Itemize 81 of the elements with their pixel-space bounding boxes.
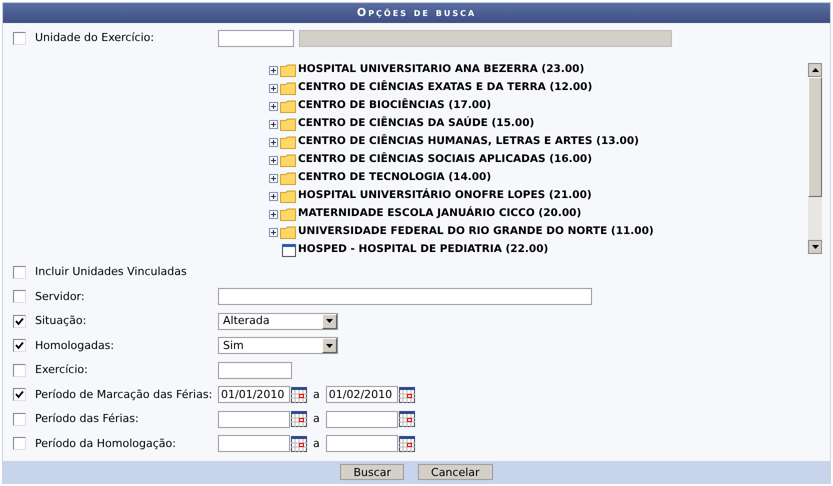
range-separator: a	[313, 411, 320, 427]
tree-item[interactable]: HOSPED - HOSPITAL DE PEDIATRIA (22.00)	[298, 242, 548, 258]
action-button[interactable]: Cancelar	[418, 464, 493, 480]
checkbox[interactable]	[13, 314, 26, 328]
dropdown-value: Alterada	[223, 313, 270, 329]
folder-icon	[280, 64, 296, 76]
tree-item[interactable]: CENTRO DE CIÊNCIAS DA SAÚDE (15.00)	[298, 116, 534, 132]
tree-item[interactable]: HOSPITAL UNIVERSITARIO ANA BEZERRA (23.00)	[298, 62, 584, 78]
folder-icon	[280, 208, 296, 220]
tree-item[interactable]: MATERNIDADE ESCOLA JANUÁRIO CICCO (20.00)	[298, 206, 582, 222]
input-field[interactable]	[326, 435, 398, 452]
calendar-icon[interactable]	[291, 436, 307, 452]
folder-icon	[280, 82, 296, 94]
folder-icon	[280, 100, 296, 112]
expand-icon[interactable]	[269, 120, 278, 128]
field-label: Período da Homologação:	[35, 436, 177, 452]
field-label: Unidade do Exercício:	[35, 30, 156, 46]
tree-item[interactable]: CENTRO DE BIOCIÊNCIAS (17.00)	[298, 98, 492, 114]
checkbox[interactable]	[13, 339, 26, 352]
folder-icon	[280, 154, 296, 166]
checkbox[interactable]	[13, 364, 26, 377]
dropdown[interactable]: Alterada	[218, 312, 338, 330]
field-label: Período de Marcação das Férias:	[35, 386, 214, 402]
input-field[interactable]: 01/01/2010	[218, 386, 290, 404]
tree-item[interactable]: CENTRO DE CIÊNCIAS HUMANAS, LETRAS E ARTES (13.00)	[298, 134, 639, 150]
calendar-icon[interactable]	[398, 411, 415, 428]
calendar-icon[interactable]	[291, 411, 307, 428]
document-icon	[282, 244, 296, 256]
dropdown-value: Sim	[223, 338, 244, 354]
folder-icon	[280, 226, 296, 238]
expand-icon[interactable]	[269, 66, 278, 74]
field-label: Servidor:	[35, 288, 86, 304]
expand-icon[interactable]	[269, 192, 278, 200]
scroll-up-button[interactable]	[808, 63, 822, 77]
action-button[interactable]: Buscar	[340, 464, 404, 480]
folder-icon	[280, 172, 296, 184]
field-label: Situação:	[35, 313, 88, 329]
folder-icon	[280, 190, 296, 202]
scrollbar[interactable]	[808, 63, 822, 254]
expand-icon[interactable]	[269, 138, 278, 146]
checkbox[interactable]	[13, 412, 26, 426]
input-field[interactable]	[326, 410, 398, 428]
field-label: Exercício:	[35, 362, 89, 378]
range-separator: a	[313, 436, 320, 452]
dropdown[interactable]: Sim	[218, 337, 338, 354]
panel-header: Opções de busca	[3, 3, 830, 23]
folder-icon	[280, 136, 296, 148]
calendar-icon[interactable]	[291, 386, 307, 403]
field-label: Homologadas:	[35, 338, 116, 354]
tree-item[interactable]: CENTRO DE TECNOLOGIA (14.00)	[298, 170, 492, 186]
checkbox[interactable]	[13, 32, 26, 44]
tree-item[interactable]: UNIVERSIDADE FEDERAL DO RIO GRANDE DO NORTE (11.00)	[298, 224, 654, 240]
expand-icon[interactable]	[269, 102, 278, 110]
range-separator: a	[313, 386, 320, 402]
checkbox[interactable]	[13, 290, 26, 304]
input-field[interactable]: 01/02/2010	[326, 386, 398, 404]
expand-icon[interactable]	[269, 156, 278, 164]
checkbox[interactable]	[13, 437, 26, 450]
expand-icon[interactable]	[269, 210, 278, 218]
input-field[interactable]	[218, 288, 592, 306]
checkbox[interactable]	[13, 388, 26, 402]
input-field[interactable]	[218, 30, 294, 46]
expand-icon[interactable]	[269, 174, 278, 182]
scroll-down-button[interactable]	[808, 240, 822, 254]
field-label: Incluir Unidades Vinculadas	[35, 264, 188, 280]
checkbox[interactable]	[13, 266, 26, 279]
down-arrow-icon	[812, 245, 818, 249]
field-label: Período das Férias:	[35, 411, 140, 427]
scroll-thumb[interactable]	[808, 77, 822, 197]
expand-icon[interactable]	[269, 228, 278, 236]
input-field[interactable]	[218, 362, 292, 379]
up-arrow-icon	[812, 68, 818, 72]
input-field[interactable]	[218, 410, 290, 428]
folder-icon	[280, 118, 296, 130]
calendar-icon[interactable]	[398, 386, 415, 403]
tree-item[interactable]: CENTRO DE CIÊNCIAS EXATAS E DA TERRA (12.00)	[298, 80, 592, 96]
expand-icon[interactable]	[269, 84, 278, 92]
calendar-icon[interactable]	[398, 436, 415, 452]
input-field[interactable]	[218, 435, 290, 452]
tree-item[interactable]: CENTRO DE CIÊNCIAS SOCIAIS APLICADAS (16.00)	[298, 152, 592, 168]
tree-item[interactable]: HOSPITAL UNIVERSITÁRIO ONOFRE LOPES (21.00)	[298, 188, 592, 204]
